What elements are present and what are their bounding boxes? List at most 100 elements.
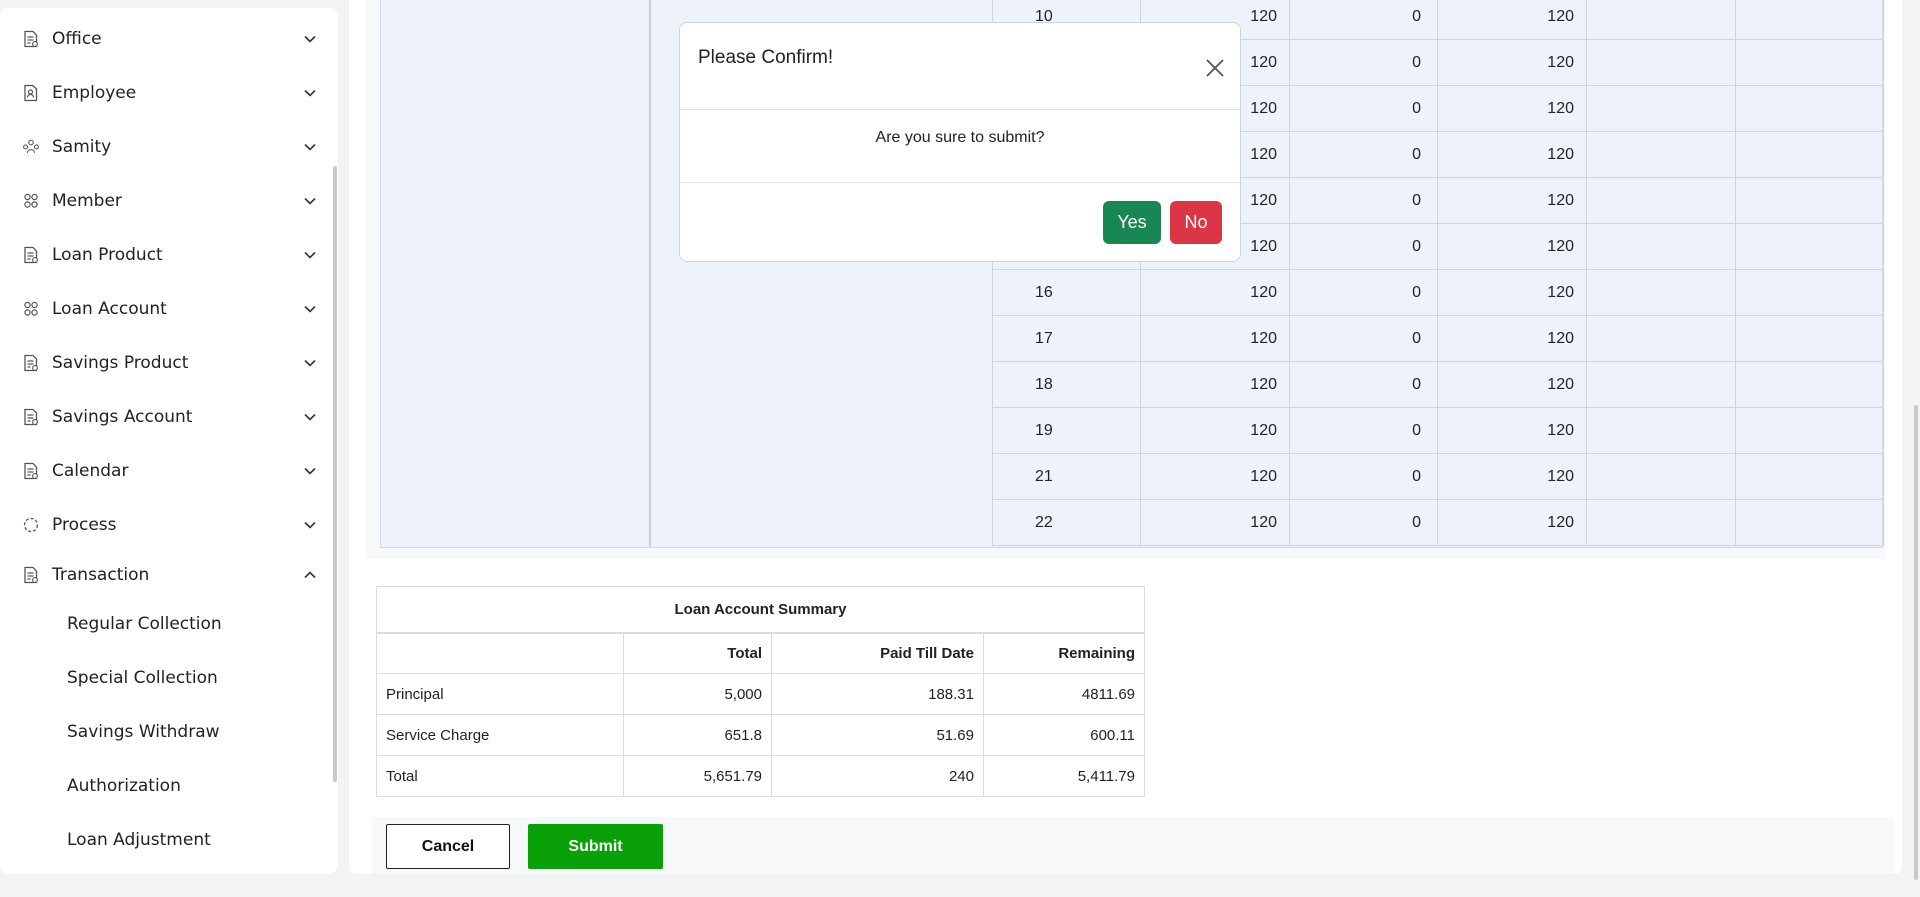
chevron-down-icon[interactable] bbox=[302, 139, 318, 155]
chevron-down-icon[interactable] bbox=[302, 517, 318, 533]
empty-cell bbox=[1735, 316, 1884, 362]
chevron-up-icon[interactable] bbox=[302, 567, 318, 583]
dialog-divider bbox=[680, 182, 1240, 183]
amount-cell: 120 bbox=[1437, 86, 1586, 132]
process-icon bbox=[22, 516, 40, 534]
confirm-dialog: Please Confirm! Are you sure to submit? … bbox=[679, 22, 1241, 262]
chevron-down-icon[interactable] bbox=[302, 301, 318, 317]
document-icon bbox=[22, 354, 40, 372]
summary-header-remaining: Remaining bbox=[983, 632, 1145, 674]
amount-cell: 0 bbox=[1289, 500, 1437, 546]
summary-row-service-charge: Service Charge 651.8 51.69 600.11 bbox=[376, 714, 1145, 756]
sidebar-item-transaction[interactable]: Transaction bbox=[0, 555, 330, 595]
empty-cell bbox=[1735, 362, 1884, 408]
sidebar-item-savings-product[interactable]: Savings Product bbox=[0, 343, 330, 383]
empty-cell bbox=[1586, 224, 1735, 270]
table-row: 16 120 0 120 bbox=[992, 270, 1884, 316]
close-icon[interactable] bbox=[1203, 56, 1227, 80]
amount-cell: 120 bbox=[1437, 224, 1586, 270]
sidebar-item-loan-product[interactable]: Loan Product bbox=[0, 235, 330, 275]
amount-cell: 120 bbox=[1437, 500, 1586, 546]
empty-cell bbox=[1586, 132, 1735, 178]
empty-cell bbox=[1735, 454, 1884, 500]
amount-cell: 120 bbox=[1140, 500, 1289, 546]
dialog-message: Are you sure to submit? bbox=[875, 129, 1045, 146]
submenu-item-special-collection[interactable]: Special Collection bbox=[67, 668, 218, 688]
amount-cell: 120 bbox=[1437, 40, 1586, 86]
chevron-down-icon[interactable] bbox=[302, 355, 318, 371]
submenu-item-authorization[interactable]: Authorization bbox=[67, 776, 181, 796]
submenu-item-regular-collection[interactable]: Regular Collection bbox=[67, 614, 222, 634]
sidebar-item-office[interactable]: Office bbox=[0, 19, 330, 59]
yes-button[interactable]: Yes bbox=[1103, 201, 1161, 244]
sidebar-item-calendar[interactable]: Calendar bbox=[0, 451, 330, 491]
amount-cell: 120 bbox=[1437, 408, 1586, 454]
summary-header-row: Total Paid Till Date Remaining bbox=[376, 632, 1145, 674]
empty-cell bbox=[1586, 270, 1735, 316]
members-icon bbox=[22, 192, 40, 210]
empty-cell bbox=[1735, 86, 1884, 132]
submit-button[interactable]: Submit bbox=[528, 824, 663, 869]
sidebar-item-process[interactable]: Process bbox=[0, 505, 330, 545]
no-button[interactable]: No bbox=[1170, 201, 1222, 244]
table-row: 19 120 0 120 bbox=[992, 408, 1884, 454]
amount-cell: 120 bbox=[1437, 454, 1586, 500]
sidebar-item-label: Savings Account bbox=[52, 407, 193, 427]
summary-header-total: Total bbox=[623, 632, 772, 674]
row-label: Principal bbox=[376, 673, 624, 715]
amount-cell: 0 bbox=[1289, 40, 1437, 86]
document-icon bbox=[22, 30, 40, 48]
sidebar-item-label: Calendar bbox=[52, 461, 129, 481]
summary-title: Loan Account Summary bbox=[376, 586, 1145, 634]
sidebar-scrollbar[interactable] bbox=[333, 166, 337, 782]
column-divider bbox=[649, 0, 651, 547]
submenu-item-loan-adjustment[interactable]: Loan Adjustment bbox=[67, 830, 211, 850]
installment-no-cell: 22 bbox=[992, 500, 1140, 546]
sidebar-item-employee[interactable]: Employee bbox=[0, 73, 330, 113]
chevron-down-icon[interactable] bbox=[302, 463, 318, 479]
installment-no-cell: 17 bbox=[992, 316, 1140, 362]
chevron-down-icon[interactable] bbox=[302, 409, 318, 425]
sidebar-item-member[interactable]: Member bbox=[0, 181, 330, 221]
document-icon bbox=[22, 566, 40, 584]
amount-cell: 0 bbox=[1289, 408, 1437, 454]
empty-cell bbox=[1735, 40, 1884, 86]
installment-no-cell: 18 bbox=[992, 362, 1140, 408]
sidebar-item-label: Savings Product bbox=[52, 353, 189, 373]
amount-cell: 120 bbox=[1140, 362, 1289, 408]
row-paid: 188.31 bbox=[771, 673, 984, 715]
page-scrollbar[interactable] bbox=[1914, 405, 1918, 880]
sidebar-item-savings-account[interactable]: Savings Account bbox=[0, 397, 330, 437]
table-row: 18 120 0 120 bbox=[992, 362, 1884, 408]
table-row: 22 120 0 120 bbox=[992, 500, 1884, 546]
summary-header-blank bbox=[376, 632, 624, 674]
amount-cell: 120 bbox=[1437, 0, 1586, 40]
amount-cell: 120 bbox=[1140, 454, 1289, 500]
chevron-down-icon[interactable] bbox=[302, 31, 318, 47]
installment-no-cell: 21 bbox=[992, 454, 1140, 500]
row-remaining: 5,411.79 bbox=[983, 755, 1145, 797]
chevron-down-icon[interactable] bbox=[302, 247, 318, 263]
amount-cell: 120 bbox=[1437, 362, 1586, 408]
amount-cell: 0 bbox=[1289, 132, 1437, 178]
row-total: 651.8 bbox=[623, 714, 772, 756]
submenu-item-savings-withdraw[interactable]: Savings Withdraw bbox=[67, 722, 220, 742]
sidebar-item-loan-account[interactable]: Loan Account bbox=[0, 289, 330, 329]
chevron-down-icon[interactable] bbox=[302, 85, 318, 101]
sidebar-item-label: Employee bbox=[52, 83, 137, 103]
document-icon bbox=[22, 246, 40, 264]
group-icon bbox=[22, 138, 40, 156]
amount-cell: 0 bbox=[1289, 362, 1437, 408]
amount-cell: 0 bbox=[1289, 270, 1437, 316]
empty-cell bbox=[1586, 500, 1735, 546]
empty-cell bbox=[1586, 40, 1735, 86]
sidebar-item-samity[interactable]: Samity bbox=[0, 127, 330, 167]
row-remaining: 4811.69 bbox=[983, 673, 1145, 715]
sidebar-item-label: Loan Product bbox=[52, 245, 163, 265]
chevron-down-icon[interactable] bbox=[302, 193, 318, 209]
amount-cell: 0 bbox=[1289, 224, 1437, 270]
dialog-divider bbox=[680, 109, 1240, 110]
row-paid: 51.69 bbox=[771, 714, 984, 756]
cancel-button[interactable]: Cancel bbox=[386, 824, 510, 869]
amount-cell: 120 bbox=[1140, 408, 1289, 454]
